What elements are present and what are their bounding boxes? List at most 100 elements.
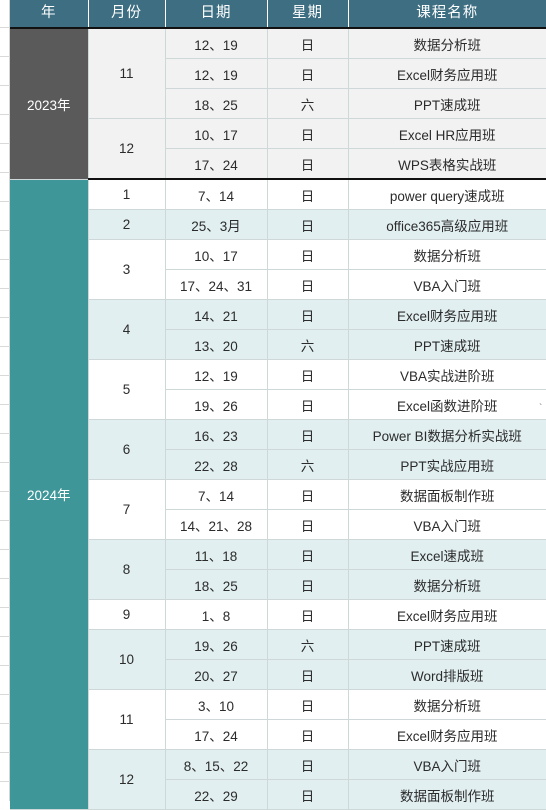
month-cell: 11	[88, 689, 166, 750]
table-row: 2024年 1 7、14 日 power query速成班	[10, 179, 546, 810]
course-name-cell: 数据分析班	[348, 239, 546, 270]
weekday-cell: 日	[267, 148, 349, 180]
column-header-year: 年	[10, 0, 89, 29]
table-row: 3 10、17 日数据分析班	[10, 239, 546, 300]
date-cell: 16、23	[165, 419, 268, 450]
table-row: 2 25、3月日 office365高级应用班	[10, 209, 546, 240]
course-name-cell: PPT速成班	[348, 329, 546, 360]
date-cell: 25、3月	[165, 209, 268, 240]
date-cell: 19、26	[165, 389, 268, 420]
weekday-cell: 日	[267, 118, 349, 149]
course-name-cell: 数据面板制作班	[348, 479, 546, 510]
date-cell: 14、21	[165, 299, 268, 330]
date-cell: 17、24、31	[165, 269, 268, 300]
date-cell: 7、14	[165, 479, 268, 510]
course-name-cell: power query速成班	[348, 179, 546, 210]
table-body: 2023年 11 12、19 日数据分析班 12、19 日 Excel财务应用班 18、25 六…	[10, 28, 546, 810]
table-row: 12 10、17 日 Excel HR应用班	[10, 118, 546, 180]
course-schedule-container: 年 月份 日期 星期 课程名称 2023年 11 12、19 日数据分析班 12、19 日…	[10, 0, 546, 810]
course-name-cell: Excel财务应用班	[348, 599, 546, 630]
weekday-cell: 日	[267, 479, 349, 510]
column-header-weekday: 星期	[267, 0, 349, 29]
month-cell: 5	[88, 359, 166, 420]
year-group-cell: 2024年	[10, 179, 89, 810]
weekday-cell: 六	[267, 329, 349, 360]
date-cell: 11、18	[165, 539, 268, 570]
date-cell: 19、26	[165, 629, 268, 660]
date-cell: 3、10	[165, 689, 268, 720]
course-name-cell: 数据分析班	[348, 689, 546, 720]
weekday-cell: 六	[267, 629, 349, 660]
weekday-cell: 日	[267, 179, 349, 210]
weekday-cell: 日	[267, 659, 349, 690]
date-cell: 18、25	[165, 88, 268, 119]
course-name-cell: VBA入门班	[348, 749, 546, 780]
weekday-cell: 日	[267, 269, 349, 300]
course-name-cell: office365高级应用班	[348, 209, 546, 240]
weekday-cell: 日	[267, 719, 349, 750]
weekday-cell: 日	[267, 689, 349, 720]
date-cell: 12、19	[165, 58, 268, 89]
course-name-cell: 数据分析班	[348, 569, 546, 600]
table-row: 6 16、23 日 Power BI数据分析实战班	[10, 419, 546, 480]
column-header-month: 月份	[88, 0, 166, 29]
course-name-cell: 数据分析班	[348, 28, 546, 59]
course-name-cell: Excel速成班	[348, 539, 546, 570]
table-row: 8 11、18 日 Excel速成班	[10, 539, 546, 600]
course-name-cell: PPT实战应用班	[348, 449, 546, 480]
course-name-cell: Excel函数进阶班	[348, 389, 546, 420]
table-row: 12 8、15、22 日 VBA入门班	[10, 749, 546, 810]
table-row: 10 19、26 六 PPT速成班	[10, 629, 546, 690]
course-name-cell: Excel HR应用班	[348, 118, 546, 149]
weekday-cell: 日	[267, 389, 349, 420]
month-cell: 9	[88, 599, 166, 630]
course-name-cell: Word排版班	[348, 659, 546, 690]
date-cell: 1、8	[165, 599, 268, 630]
month-cell: 1	[88, 179, 166, 210]
weekday-cell: 日	[267, 779, 349, 810]
table-row: 7 7、14 日数据面板制作班	[10, 479, 546, 540]
weekday-cell: 日	[267, 569, 349, 600]
month-cell: 6	[88, 419, 166, 480]
stray-cursor-mark: `	[539, 403, 543, 414]
weekday-cell: 日	[267, 419, 349, 450]
weekday-cell: 六	[267, 88, 349, 119]
year-group-cell: 2023年	[10, 28, 89, 180]
table-row: 5 12、19 日 VBA实战进阶班	[10, 359, 546, 420]
weekday-cell: 日	[267, 539, 349, 570]
column-header-date: 日期	[165, 0, 268, 29]
course-name-cell: PPT速成班	[348, 88, 546, 119]
date-cell: 10、17	[165, 239, 268, 270]
weekday-cell: 日	[267, 58, 349, 89]
month-cell: 3	[88, 239, 166, 300]
date-cell: 7、14	[165, 179, 268, 210]
month-cell: 2	[88, 209, 166, 240]
header-row: 年 月份 日期 星期 课程名称	[10, 0, 546, 29]
course-name-cell: VBA实战进阶班	[348, 359, 546, 390]
date-cell: 17、24	[165, 719, 268, 750]
date-cell: 18、25	[165, 569, 268, 600]
weekday-cell: 日	[267, 209, 349, 240]
course-name-cell: WPS表格实战班	[348, 148, 546, 180]
table-row: 2023年 11 12、19 日数据分析班	[10, 28, 546, 180]
table-row: 4 14、21 日 Excel财务应用班	[10, 299, 546, 360]
course-name-cell: 数据面板制作班	[348, 779, 546, 810]
course-name-cell: Excel财务应用班	[348, 299, 546, 330]
course-name-cell: VBA入门班	[348, 269, 546, 300]
date-cell: 22、28	[165, 449, 268, 480]
course-name-cell: VBA入门班	[348, 509, 546, 540]
month-cell: 11	[88, 28, 166, 119]
date-cell: 14、21、28	[165, 509, 268, 540]
date-cell: 8、15、22	[165, 749, 268, 780]
weekday-cell: 日	[267, 509, 349, 540]
course-name-cell: Excel财务应用班	[348, 58, 546, 89]
table-header: 年 月份 日期 星期 课程名称	[10, 0, 546, 29]
table-row: 11 3、10 日数据分析班	[10, 689, 546, 750]
month-cell: 7	[88, 479, 166, 540]
weekday-cell: 日	[267, 28, 349, 59]
date-cell: 12、19	[165, 28, 268, 59]
course-name-cell: Excel财务应用班	[348, 719, 546, 750]
weekday-cell: 日	[267, 599, 349, 630]
date-cell: 20、27	[165, 659, 268, 690]
course-name-cell: Power BI数据分析实战班	[348, 419, 546, 450]
